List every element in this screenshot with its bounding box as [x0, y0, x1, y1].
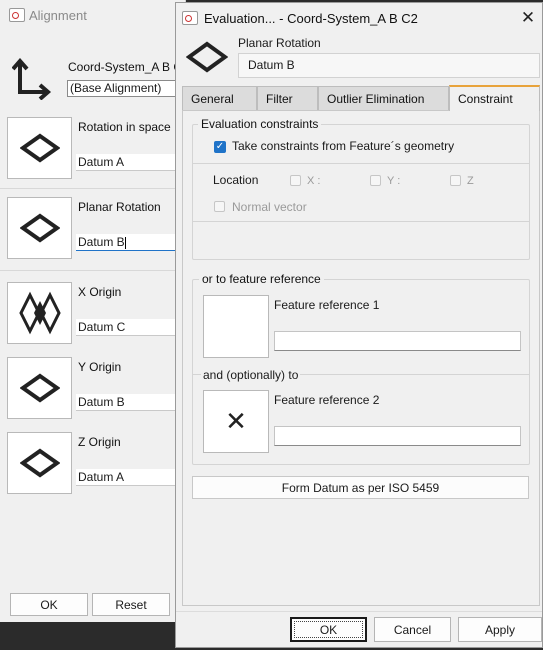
feature-reference-title: or to feature reference — [199, 272, 324, 286]
take-constraints-label: Take constraints from Feature´s geometry — [232, 139, 455, 153]
diamond-icon — [186, 41, 228, 73]
z-origin-label: Z Origin — [78, 435, 121, 449]
y-origin-field[interactable]: Datum B — [76, 394, 188, 411]
app-icon — [182, 11, 198, 25]
dialog-ok-button[interactable]: OK — [290, 617, 367, 642]
divider — [192, 221, 530, 222]
evaluation-dialog: Evaluation... - Coord-System_A B C2 ✕ Pl… — [175, 2, 543, 648]
x-origin-icon — [18, 291, 61, 335]
rotation-in-space-field[interactable]: Datum A — [76, 154, 188, 171]
coordinate-system-icon — [12, 58, 52, 100]
app-icon — [9, 8, 25, 22]
x-origin-icon-box[interactable] — [7, 282, 72, 344]
location-y-checkbox[interactable] — [370, 175, 381, 186]
diamond-icon — [19, 133, 60, 163]
coord-system-label: Coord-System_A B C2 — [68, 60, 189, 74]
dialog-title: Evaluation... - Coord-System_A B C2 — [204, 11, 418, 26]
text-cursor — [124, 236, 126, 249]
location-x-checkbox[interactable] — [290, 175, 301, 186]
rotation-in-space-label: Rotation in space — [78, 120, 171, 134]
dialog-cancel-button[interactable]: Cancel — [374, 617, 451, 642]
normal-vector-checkbox[interactable] — [214, 201, 225, 212]
feature-reference-2-box[interactable]: ✕ — [203, 390, 269, 453]
divider — [0, 270, 185, 271]
form-datum-button[interactable]: Form Datum as per ISO 5459 — [192, 476, 529, 499]
diamond-icon — [19, 373, 60, 403]
y-origin-icon-box[interactable] — [7, 357, 72, 419]
y-origin-label: Y Origin — [78, 360, 122, 374]
location-y-label: Y : — [387, 175, 401, 187]
and-optionally-label: and (optionally) to — [201, 368, 301, 382]
alignment-window-title: Alignment — [29, 8, 87, 23]
divider — [176, 611, 542, 612]
divider — [0, 188, 185, 189]
feature-reference-2-input[interactable] — [274, 426, 521, 446]
rotation-in-space-icon-box[interactable] — [7, 117, 72, 179]
close-icon: ✕ — [225, 406, 247, 436]
base-alignment-select[interactable]: (Base Alignment) — [67, 80, 187, 97]
location-z-label: Z — [467, 175, 474, 187]
diamond-icon — [19, 448, 60, 478]
feature-name-field[interactable]: Datum B — [238, 53, 540, 78]
planar-rotation-label: Planar Rotation — [78, 200, 161, 214]
take-constraints-checkbox[interactable]: ✓ — [214, 141, 226, 153]
evaluation-constraints-title: Evaluation constraints — [198, 117, 322, 131]
divider — [192, 163, 530, 164]
feature-reference-1-input[interactable] — [274, 331, 521, 351]
alignment-window: Alignment Coord-System_A B C2 (Base Alig… — [0, 0, 189, 622]
alignment-ok-button[interactable]: OK — [10, 593, 88, 616]
planar-rotation-icon-box[interactable] — [7, 197, 72, 259]
close-icon[interactable]: ✕ — [516, 6, 540, 30]
tab-general[interactable]: General — [182, 86, 257, 110]
tab-outlier-elimination[interactable]: Outlier Elimination — [318, 86, 449, 110]
tab-filter[interactable]: Filter — [257, 86, 318, 110]
location-x-label: X : — [307, 175, 321, 187]
feature-reference-1-box[interactable] — [203, 295, 269, 358]
z-origin-field[interactable]: Datum A — [76, 469, 188, 486]
location-z-checkbox[interactable] — [450, 175, 461, 186]
planar-rotation-value: Datum B — [78, 235, 125, 249]
z-origin-icon-box[interactable] — [7, 432, 72, 494]
diamond-icon — [19, 213, 60, 243]
feature-reference-1-label: Feature reference 1 — [274, 298, 380, 312]
x-origin-field[interactable]: Datum C — [76, 319, 188, 336]
location-label: Location — [213, 173, 259, 187]
x-origin-label: X Origin — [78, 285, 122, 299]
feature-reference-2-label: Feature reference 2 — [274, 393, 380, 407]
tab-constraint[interactable]: Constraint — [449, 85, 540, 111]
feature-type-label: Planar Rotation — [238, 36, 321, 50]
planar-rotation-field[interactable]: Datum B — [76, 234, 188, 251]
alignment-reset-button[interactable]: Reset — [92, 593, 170, 616]
dialog-apply-button[interactable]: Apply — [458, 617, 542, 642]
normal-vector-label: Normal vector — [232, 200, 307, 214]
